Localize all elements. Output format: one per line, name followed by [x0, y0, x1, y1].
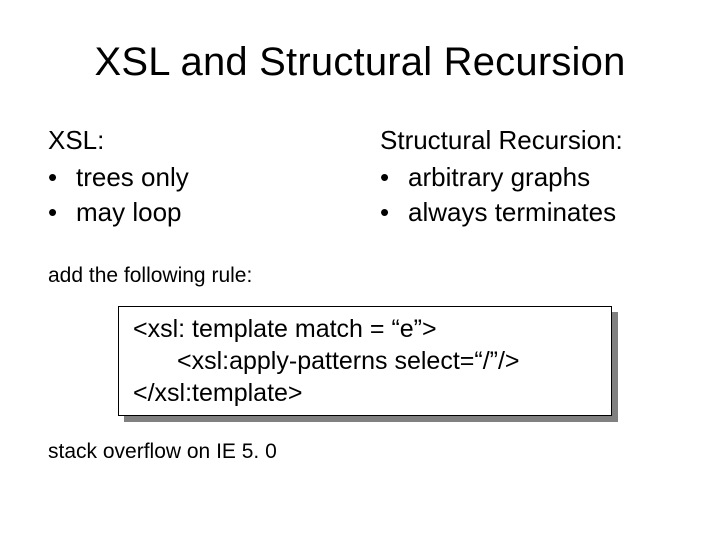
slide-title: XSL and Structural Recursion: [48, 40, 672, 85]
code-line-3: </xsl:template>: [133, 377, 597, 409]
left-bullet-2: • may loop: [48, 195, 340, 230]
bullet-icon: •: [380, 160, 408, 195]
bullet-icon: •: [48, 195, 76, 230]
right-column: Structural Recursion: • arbitrary graphs…: [380, 123, 672, 230]
two-column-body: XSL: • trees only • may loop Structural …: [48, 123, 672, 230]
left-bullet-2-text: may loop: [76, 195, 182, 230]
slide: XSL and Structural Recursion XSL: • tree…: [0, 0, 720, 540]
footer-text: stack overflow on IE 5. 0: [48, 440, 672, 464]
rule-intro-text: add the following rule:: [48, 264, 672, 288]
code-line-1: <xsl: template match = “e”>: [133, 313, 597, 345]
right-bullet-1-text: arbitrary graphs: [408, 160, 590, 195]
code-box: <xsl: template match = “e”> <xsl:apply-p…: [118, 306, 612, 416]
left-bullet-1-text: trees only: [76, 160, 189, 195]
left-column: XSL: • trees only • may loop: [48, 123, 340, 230]
bullet-icon: •: [380, 195, 408, 230]
right-column-head: Structural Recursion:: [380, 123, 672, 158]
right-bullet-2: • always terminates: [380, 195, 672, 230]
right-bullet-1: • arbitrary graphs: [380, 160, 672, 195]
code-box-content: <xsl: template match = “e”> <xsl:apply-p…: [118, 306, 612, 416]
left-bullet-1: • trees only: [48, 160, 340, 195]
code-line-2: <xsl:apply-patterns select=“/”/>: [133, 345, 597, 377]
bullet-icon: •: [48, 160, 76, 195]
left-column-head: XSL:: [48, 123, 340, 158]
right-bullet-2-text: always terminates: [408, 195, 616, 230]
